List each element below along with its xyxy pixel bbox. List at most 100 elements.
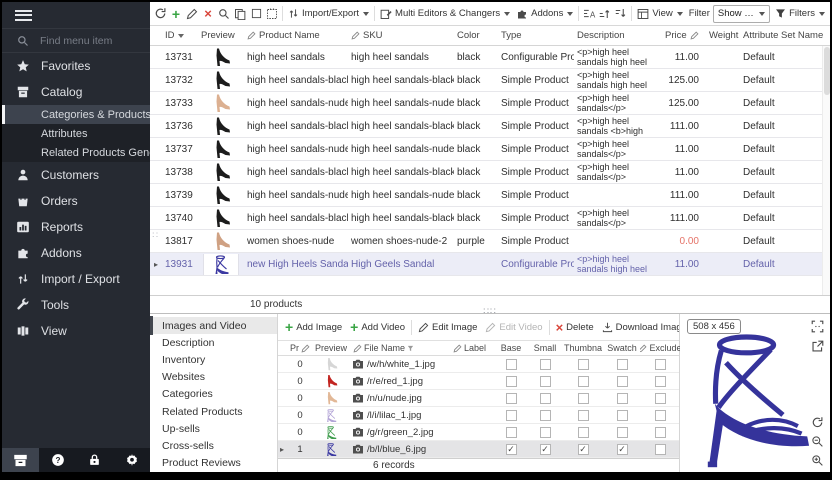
- column-header-label[interactable]: Label: [450, 341, 494, 355]
- zoom-in-icon[interactable]: [810, 453, 825, 468]
- checkbox[interactable]: [655, 427, 666, 438]
- filters-menu[interactable]: Filters: [772, 4, 828, 24]
- tab-up-sells[interactable]: Up-sells: [150, 420, 277, 437]
- horizontal-splitter-handle[interactable]: ∷∷: [483, 306, 496, 317]
- select-cell-button[interactable]: [248, 4, 264, 24]
- sort-asc-button[interactable]: [597, 4, 613, 24]
- sidebar-item-customers[interactable]: Customers: [2, 162, 150, 188]
- tab-categories[interactable]: Categories: [150, 386, 277, 403]
- sort-alpha-button[interactable]: A: [581, 4, 597, 24]
- checkbox[interactable]: [540, 427, 551, 438]
- image-row[interactable]: 0/l/i/lilac_1.jpg: [278, 407, 679, 424]
- sidebar-item-reports[interactable]: Reports: [2, 214, 150, 240]
- sort-desc-button[interactable]: [613, 4, 629, 24]
- product-row[interactable]: 13740high heel sandals-black-38high heel…: [150, 207, 822, 230]
- checkbox[interactable]: ✓: [617, 444, 628, 455]
- paste-special-button[interactable]: [264, 4, 280, 24]
- checkbox[interactable]: [617, 359, 628, 370]
- delete-product-button[interactable]: ×: [200, 4, 216, 24]
- checkbox[interactable]: ✓: [506, 444, 517, 455]
- sidebar-item-import-export[interactable]: Import / Export: [2, 266, 150, 292]
- add-product-button[interactable]: +: [168, 4, 184, 24]
- column-header-color[interactable]: Color: [454, 26, 498, 45]
- column-header-pr[interactable]: Pr: [288, 341, 312, 355]
- image-row[interactable]: ▸1/b/l/blue_6.jpg✓✓✓✓: [278, 441, 679, 458]
- column-header-attribute-set-name[interactable]: Attribute Set Name: [740, 26, 824, 45]
- tab-inventory[interactable]: Inventory: [150, 351, 277, 368]
- image-row[interactable]: 0/g/r/green_2.jpg: [278, 424, 679, 441]
- column-header-description[interactable]: Description: [574, 26, 662, 45]
- column-header-sku[interactable]: SKU: [348, 26, 454, 45]
- product-row[interactable]: 13731high heel sandalshigh heel sandalsb…: [150, 46, 822, 69]
- checkbox[interactable]: [506, 393, 517, 404]
- column-header-swatch[interactable]: Swatch: [604, 341, 640, 355]
- product-row[interactable]: 13737high heel sandals-nude-36high heel …: [150, 138, 822, 161]
- checkbox[interactable]: [655, 410, 666, 421]
- add-video-button[interactable]: +Add Video: [346, 317, 409, 337]
- column-header-weight[interactable]: Weight: [706, 26, 740, 45]
- sidebar-item-orders[interactable]: Orders: [2, 188, 150, 214]
- column-header-file-name[interactable]: File Name: [350, 341, 450, 355]
- settings-gear-button[interactable]: [113, 448, 150, 472]
- tab-cross-sells[interactable]: Cross-sells: [150, 437, 277, 454]
- checkbox[interactable]: [540, 393, 551, 404]
- image-row[interactable]: 0/n/u/nude.jpg: [278, 390, 679, 407]
- help-button[interactable]: ?: [39, 448, 76, 472]
- zoom-out-icon[interactable]: [810, 434, 825, 449]
- column-header-thumbna[interactable]: Thumbna: [562, 341, 604, 355]
- column-header-preview[interactable]: Preview: [198, 26, 244, 45]
- checkbox[interactable]: [655, 359, 666, 370]
- copy-button[interactable]: [232, 4, 248, 24]
- multi-editors-menu[interactable]: Multi Editors & Changers: [377, 4, 513, 24]
- checkbox[interactable]: [578, 410, 589, 421]
- checkbox[interactable]: [540, 376, 551, 387]
- sidebar-item-related-products-generator[interactable]: Related Products Generator: [2, 143, 150, 162]
- tab-description[interactable]: Description: [150, 334, 277, 351]
- checkbox[interactable]: [617, 427, 628, 438]
- sidebar-item-favorites[interactable]: Favorites: [2, 53, 150, 79]
- checkbox[interactable]: [540, 359, 551, 370]
- refresh-button[interactable]: [152, 4, 168, 24]
- checkbox[interactable]: [655, 393, 666, 404]
- product-row[interactable]: 13817women shoes-nudewomen shoes-nude-2p…: [150, 230, 822, 253]
- edit-image-button[interactable]: Edit Image: [414, 317, 481, 337]
- checkbox[interactable]: [578, 376, 589, 387]
- product-row[interactable]: 13732high heel sandals-blackhigh heel sa…: [150, 69, 822, 92]
- rotate-image-icon[interactable]: [810, 415, 825, 430]
- addons-menu[interactable]: Addons: [513, 4, 576, 24]
- image-row[interactable]: 0/r/e/red_1.jpg: [278, 373, 679, 390]
- scrollbar-thumb[interactable]: [824, 47, 830, 95]
- image-row[interactable]: 0/w/h/white_1.jpg: [278, 356, 679, 373]
- checkbox[interactable]: [578, 359, 589, 370]
- menu-search-input[interactable]: [40, 35, 135, 47]
- checkbox[interactable]: [506, 376, 517, 387]
- edit-product-button[interactable]: [184, 4, 200, 24]
- column-header-preview[interactable]: Preview: [312, 341, 350, 355]
- tab-images-and-video[interactable]: Images and Video: [150, 317, 277, 334]
- vertical-scrollbar[interactable]: [822, 46, 830, 295]
- tab-related-products[interactable]: Related Products: [150, 403, 277, 420]
- product-row[interactable]: ▸13931new High Heels SandalsHigh Geels S…: [150, 253, 822, 276]
- hamburger-menu-icon[interactable]: [15, 10, 32, 21]
- sidebar-item-attributes[interactable]: Attributes: [2, 124, 150, 143]
- download-image-button[interactable]: Download Image: [598, 317, 679, 337]
- checkbox[interactable]: [655, 444, 666, 455]
- checkbox[interactable]: [578, 427, 589, 438]
- category-filter-select[interactable]: Show products from selected categories: [713, 5, 770, 23]
- checkbox[interactable]: [506, 359, 517, 370]
- checkbox[interactable]: [617, 393, 628, 404]
- column-header-id[interactable]: ID: [162, 26, 198, 45]
- column-header-type[interactable]: Type: [498, 26, 574, 45]
- tab-websites[interactable]: Websites: [150, 369, 277, 386]
- checkbox[interactable]: [617, 376, 628, 387]
- checkbox[interactable]: [655, 376, 666, 387]
- search-products-button[interactable]: [216, 4, 232, 24]
- column-header-base[interactable]: Base: [494, 341, 528, 355]
- product-row[interactable]: 13738high heel sandals-black-37high heel…: [150, 161, 822, 184]
- checkbox[interactable]: [506, 427, 517, 438]
- edit-video-button[interactable]: Edit Video: [481, 317, 546, 337]
- column-header-exclude[interactable]: Exclude: [640, 341, 680, 355]
- checkbox[interactable]: [578, 393, 589, 404]
- checkbox[interactable]: ✓: [578, 444, 589, 455]
- checkbox[interactable]: [506, 410, 517, 421]
